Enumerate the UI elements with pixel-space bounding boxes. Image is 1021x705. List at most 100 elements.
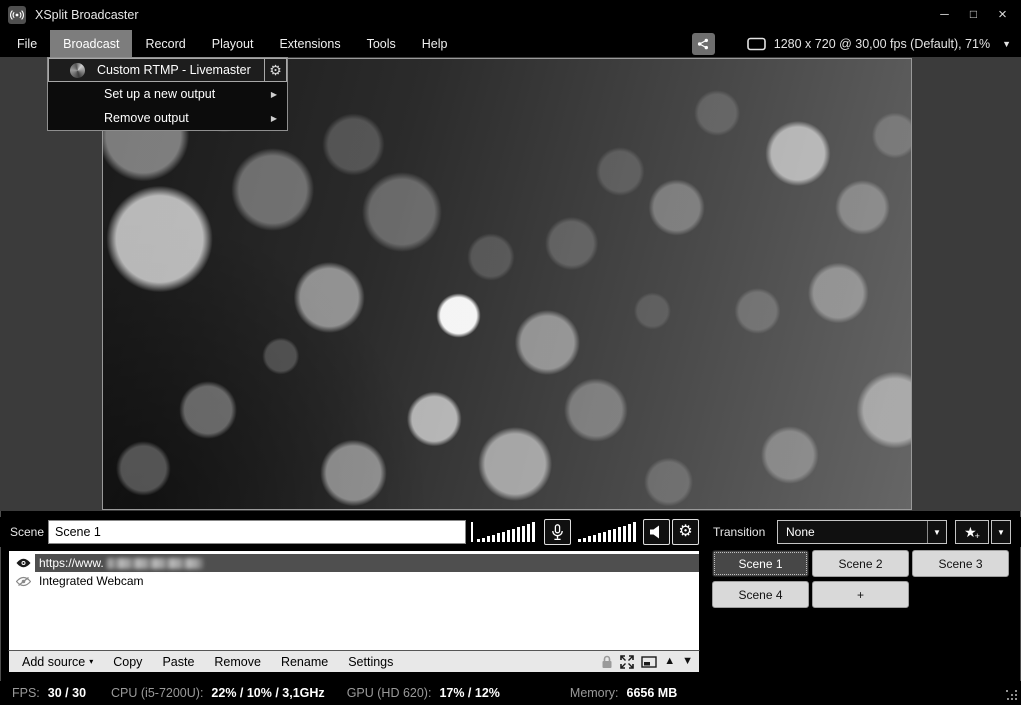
- add-scene-button[interactable]: +: [812, 581, 909, 608]
- transition-select[interactable]: None ▼: [777, 520, 947, 544]
- minimize-button[interactable]: ─: [930, 0, 959, 28]
- scene-button-4[interactable]: Scene 4: [712, 581, 809, 608]
- gpu-label: GPU (HD 620):: [347, 686, 432, 700]
- resolution-caret-icon[interactable]: ▼: [998, 39, 1015, 49]
- eye-hidden-icon[interactable]: [13, 576, 33, 587]
- menu-item-file[interactable]: File: [4, 30, 50, 57]
- title-bar: XSplit Broadcaster ─ □ ×: [0, 0, 1021, 30]
- maximize-icon: □: [970, 7, 977, 21]
- window-controls: ─ □ ×: [930, 0, 1017, 28]
- menu-item-playout[interactable]: Playout: [199, 30, 267, 57]
- resolution-monitor-icon: [747, 37, 766, 51]
- expand-arrows-icon: [620, 655, 634, 669]
- eye-visible-icon[interactable]: [13, 558, 33, 568]
- source-row-url[interactable]: https://www.: [9, 554, 699, 572]
- picture-in-picture-icon: [641, 656, 657, 668]
- transition-more-button[interactable]: ▼: [991, 520, 1011, 544]
- mic-volume-meter: [477, 522, 535, 542]
- add-transition-button[interactable]: ★ +: [955, 520, 989, 544]
- sources-list: https://www. Integrated Webcam: [8, 550, 700, 651]
- menu-item-tools[interactable]: Tools: [354, 30, 409, 57]
- scene-button-2[interactable]: Scene 2: [812, 550, 909, 577]
- remove-label: Remove: [214, 655, 261, 669]
- setup-output-label: Set up a new output: [104, 87, 215, 101]
- speaker-icon: [649, 525, 664, 539]
- scene-label: Scene: [10, 525, 44, 539]
- submenu-arrow-icon: ▶: [271, 90, 277, 99]
- menu-label: Tools: [367, 37, 396, 51]
- submenu-arrow-icon: ▶: [271, 114, 277, 123]
- app-logo-icon: [8, 6, 26, 24]
- copy-button[interactable]: Copy: [103, 651, 152, 672]
- menu-item-help[interactable]: Help: [409, 30, 461, 57]
- close-icon: ×: [998, 6, 1007, 23]
- share-button[interactable]: [692, 33, 715, 55]
- scene-name-input[interactable]: [48, 520, 466, 544]
- minimize-icon: ─: [940, 7, 949, 21]
- settings-button[interactable]: Settings: [338, 651, 403, 672]
- memory-value: 6656 MB: [627, 686, 678, 700]
- maximize-button[interactable]: □: [959, 0, 988, 28]
- projector-view-button[interactable]: [641, 656, 657, 668]
- add-source-button[interactable]: Add source ▾: [9, 651, 103, 672]
- menu-label: Broadcast: [63, 37, 119, 51]
- resize-grip[interactable]: [1006, 690, 1017, 701]
- paste-label: Paste: [162, 655, 194, 669]
- meter-divider: [471, 522, 473, 542]
- app-window: XSplit Broadcaster ─ □ × File Broadcast …: [0, 0, 1021, 705]
- paste-button[interactable]: Paste: [152, 651, 204, 672]
- menu-item-custom-rtmp[interactable]: Custom RTMP - Livemaster: [48, 58, 265, 82]
- status-bar: FPS: 30 / 30 CPU (i5-7200U): 22% / 10% /…: [0, 681, 1021, 705]
- resolution-info: 1280 x 720 @ 30,00 fps (Default), 71%: [774, 37, 990, 51]
- scene-button-1[interactable]: Scene 1: [712, 550, 809, 577]
- speaker-button[interactable]: [643, 519, 670, 545]
- custom-rtmp-label: Custom RTMP - Livemaster: [97, 63, 251, 77]
- fps-value: 30 / 30: [48, 686, 86, 700]
- share-icon: [697, 38, 709, 50]
- broadcast-dropdown-menu: Custom RTMP - Livemaster ⚙ Set up a new …: [47, 57, 288, 131]
- move-source-down-button[interactable]: ▼: [682, 656, 693, 667]
- source-toolbar: Add source ▾ Copy Paste Remove Rename Se…: [8, 650, 700, 673]
- window-title: XSplit Broadcaster: [35, 8, 139, 22]
- chevron-down-icon: ▼: [997, 528, 1005, 537]
- add-source-caret-icon: ▾: [89, 657, 93, 666]
- output-settings-gear-button[interactable]: ⚙: [265, 58, 287, 82]
- remove-output-label: Remove output: [104, 111, 189, 125]
- plus-icon: +: [975, 532, 980, 541]
- move-source-up-button[interactable]: ▲: [664, 656, 675, 667]
- lock-sources-button[interactable]: [601, 655, 613, 669]
- transition-label: Transition: [713, 525, 765, 539]
- menu-label: Extensions: [279, 37, 340, 51]
- rename-button[interactable]: Rename: [271, 651, 338, 672]
- memory-label: Memory:: [570, 686, 619, 700]
- gear-icon: ⚙: [678, 524, 692, 540]
- gear-icon: ⚙: [269, 62, 282, 79]
- source-row-webcam[interactable]: Integrated Webcam: [9, 572, 699, 590]
- audio-settings-button[interactable]: ⚙: [672, 519, 699, 545]
- cpu-label: CPU (i5-7200U):: [111, 686, 203, 700]
- close-button[interactable]: ×: [988, 0, 1017, 28]
- livemaster-logo-icon: [70, 63, 85, 78]
- menu-bar: File Broadcast Record Playout Extensions…: [0, 30, 1021, 57]
- blurred-url-text: [107, 558, 203, 569]
- microphone-button[interactable]: [544, 519, 571, 545]
- menu-item-broadcast[interactable]: Broadcast: [50, 30, 132, 57]
- menu-item-record[interactable]: Record: [132, 30, 198, 57]
- menu-label: Playout: [212, 37, 254, 51]
- remove-button[interactable]: Remove: [204, 651, 271, 672]
- menu-label: File: [17, 37, 37, 51]
- cpu-value: 22% / 10% / 3,1GHz: [211, 686, 324, 700]
- menu-label: Help: [422, 37, 448, 51]
- menu-item-remove-output[interactable]: Remove output ▶: [48, 106, 287, 130]
- scene-button-3[interactable]: Scene 3: [912, 550, 1009, 577]
- menubar-right-cluster: 1280 x 720 @ 30,00 fps (Default), 71% ▼: [692, 30, 1015, 57]
- transition-selected-value: None: [778, 521, 927, 543]
- menu-label: Record: [145, 37, 185, 51]
- menu-item-extensions[interactable]: Extensions: [266, 30, 353, 57]
- menu-item-setup-new-output[interactable]: Set up a new output ▶: [48, 82, 287, 106]
- microphone-icon: [551, 524, 564, 541]
- lock-icon: [601, 655, 613, 669]
- gpu-value: 17% / 12%: [439, 686, 499, 700]
- up-triangle-icon: ▲: [664, 656, 675, 667]
- fit-to-screen-button[interactable]: [620, 655, 634, 669]
